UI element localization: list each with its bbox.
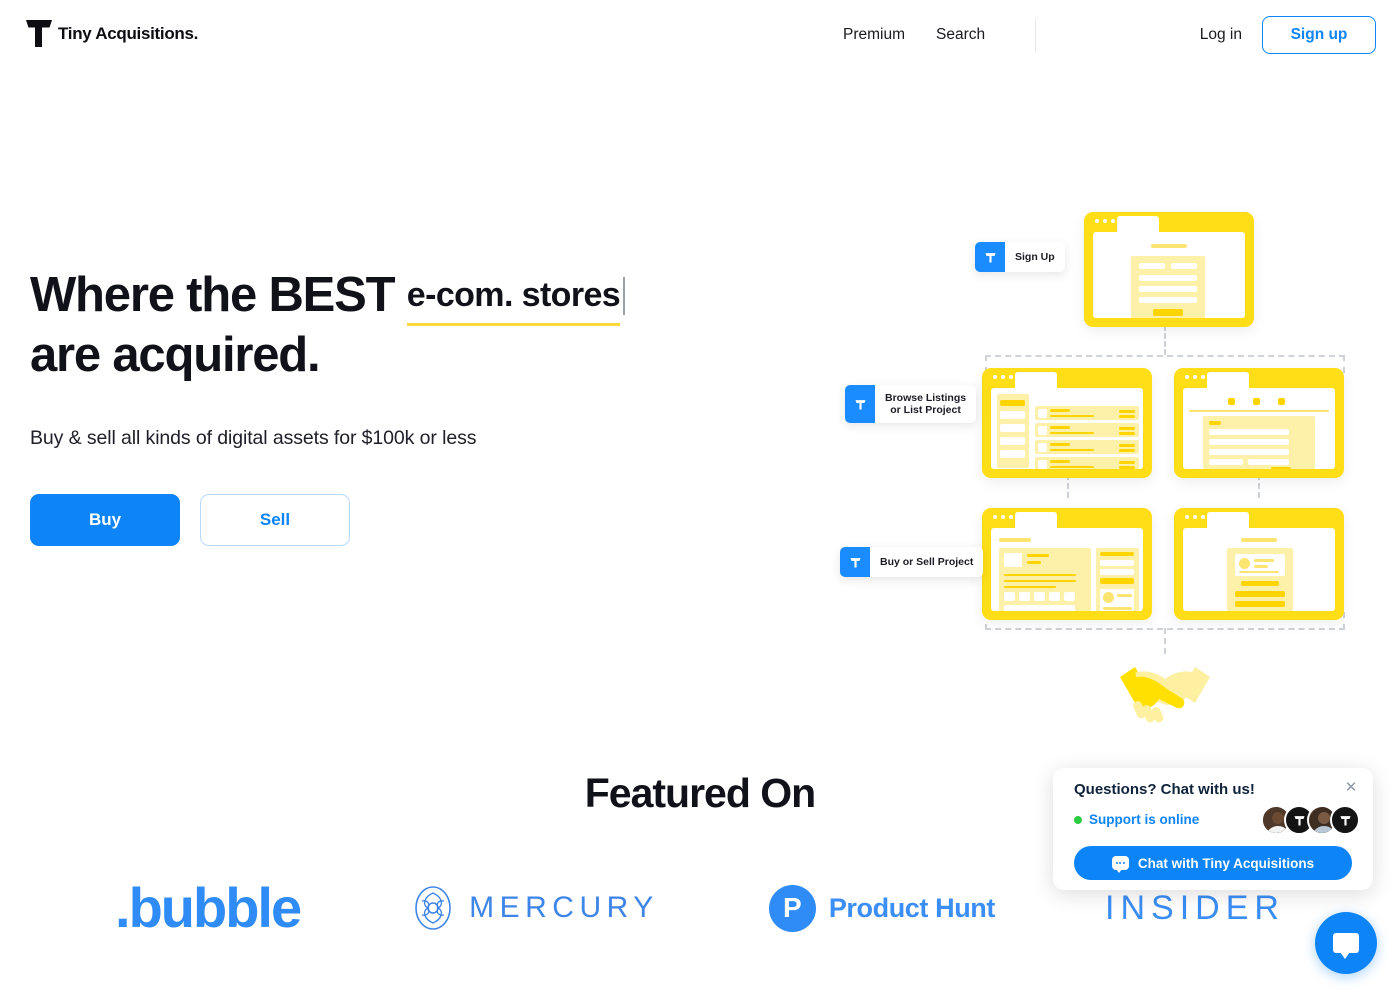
- chat-button-label: Chat with Tiny Acquisitions: [1137, 855, 1315, 871]
- window-dots-icon: [1095, 219, 1115, 223]
- page-title: Where the BEST e-com. stores are acquire…: [30, 268, 710, 383]
- t-badge-icon: [845, 385, 875, 423]
- flow-connector-right-1: [1343, 355, 1345, 373]
- window-screen: [1093, 232, 1245, 318]
- buy-button[interactable]: Buy: [30, 494, 180, 546]
- logo-mercury: MERCURY: [410, 885, 659, 931]
- login-link[interactable]: Log in: [1200, 26, 1242, 44]
- nav-divider: [1035, 18, 1036, 52]
- chat-widget: Questions? Chat with us! ✕ Support is on…: [1053, 768, 1373, 890]
- flow-connector-top: [1164, 325, 1166, 355]
- illustration-window-listing-detail: [982, 508, 1152, 620]
- chat-status: Support is online: [1074, 812, 1199, 827]
- chat-bubble-icon: [1111, 856, 1129, 873]
- step-tag-label: Sign Up: [1015, 251, 1055, 263]
- signup-button[interactable]: Sign up: [1262, 16, 1376, 54]
- window-dots-icon: [993, 515, 1013, 519]
- window-screen: [991, 528, 1143, 611]
- window-screen: [1183, 388, 1335, 469]
- hero-subtitle: Buy & sell all kinds of digital assets f…: [30, 427, 477, 449]
- window-tab: [1015, 512, 1057, 528]
- illustration-window-signup: [1084, 212, 1254, 327]
- flow-connector-bottom: [1164, 628, 1166, 654]
- chat-agent-avatars: [1261, 805, 1360, 835]
- window-dots-icon: [993, 375, 1013, 379]
- illustration-window-form: [1174, 368, 1344, 478]
- window-tab: [1207, 512, 1249, 528]
- window-tab: [1117, 216, 1159, 232]
- site-header: Tiny Acquisitions. Premium Search Log in…: [0, 0, 1400, 70]
- auth-actions: Log in Sign up: [1200, 16, 1376, 54]
- logo-bubble-text: .bubble: [115, 876, 302, 939]
- headline-line-2: are acquired.: [30, 328, 321, 382]
- sell-button[interactable]: Sell: [200, 494, 350, 546]
- step-tag-label: Buy or Sell Project: [880, 556, 974, 568]
- hero-content: Where the BEST e-com. stores are acquire…: [30, 268, 710, 546]
- logo-insider: INSIDER: [1105, 889, 1285, 928]
- step-tag-sign-up: Sign Up: [975, 242, 1065, 272]
- window-tab: [1207, 372, 1249, 388]
- t-badge-icon: [975, 242, 1005, 272]
- product-hunt-mark-icon: P: [768, 884, 816, 932]
- logo-insider-text: INSIDER: [1105, 888, 1285, 927]
- window-screen: [991, 388, 1143, 469]
- step-tag-buy-or-sell: Buy or Sell Project: [840, 547, 984, 577]
- logo-bubble: .bubble: [115, 876, 302, 939]
- avatar: [1330, 805, 1360, 835]
- chat-widget-title: Questions? Chat with us!: [1074, 781, 1255, 798]
- logo[interactable]: Tiny Acquisitions.: [24, 17, 198, 49]
- step-tag-label: Browse Listings or List Project: [885, 392, 967, 416]
- headline-line-1: Where the BEST: [30, 268, 396, 322]
- nav-item-premium[interactable]: Premium: [843, 24, 905, 46]
- chat-with-tiny-acquisitions-button[interactable]: Chat with Tiny Acquisitions: [1074, 846, 1352, 880]
- flow-connector-branch-1: [985, 355, 1345, 357]
- logo-text: Tiny Acquisitions.: [58, 23, 199, 43]
- logo-product-hunt: P Product Hunt: [768, 884, 996, 932]
- chat-launcher-button[interactable]: [1315, 912, 1377, 974]
- illustration-window-offer: [1174, 508, 1344, 620]
- t-badge-icon: [840, 547, 870, 577]
- nav-item-search[interactable]: Search: [936, 24, 985, 46]
- illustration-window-listings: [982, 368, 1152, 478]
- headline-typed-wrap: e-com. stores: [406, 268, 626, 328]
- headline-typed-text: e-com. stores: [406, 276, 621, 326]
- window-screen: [1183, 528, 1335, 611]
- tiny-acquisitions-t-logo-icon: [26, 20, 52, 47]
- close-icon[interactable]: ✕: [1342, 779, 1360, 797]
- mercury-emblem-icon: [415, 886, 451, 930]
- hero-illustration: Sign Up Browse Listings or List Project …: [830, 200, 1370, 740]
- step-tag-browse-listings: Browse Listings or List Project: [845, 385, 977, 423]
- flow-connector-right-2: [1343, 612, 1345, 630]
- handshake-icon: [1120, 667, 1210, 723]
- chat-status-label: Support is online: [1089, 812, 1200, 827]
- status-online-dot-icon: [1074, 815, 1082, 824]
- window-tab: [1015, 372, 1057, 388]
- logo-product-hunt-text: Product Hunt: [828, 892, 996, 923]
- primary-nav: Premium Search: [843, 24, 985, 46]
- logo-mercury-text: MERCURY: [469, 891, 659, 924]
- hero-cta-row: Buy Sell: [30, 494, 710, 546]
- window-dots-icon: [1185, 515, 1205, 519]
- chat-bubble-icon: [1333, 933, 1359, 959]
- window-dots-icon: [1185, 375, 1205, 379]
- text-caret: [623, 277, 626, 315]
